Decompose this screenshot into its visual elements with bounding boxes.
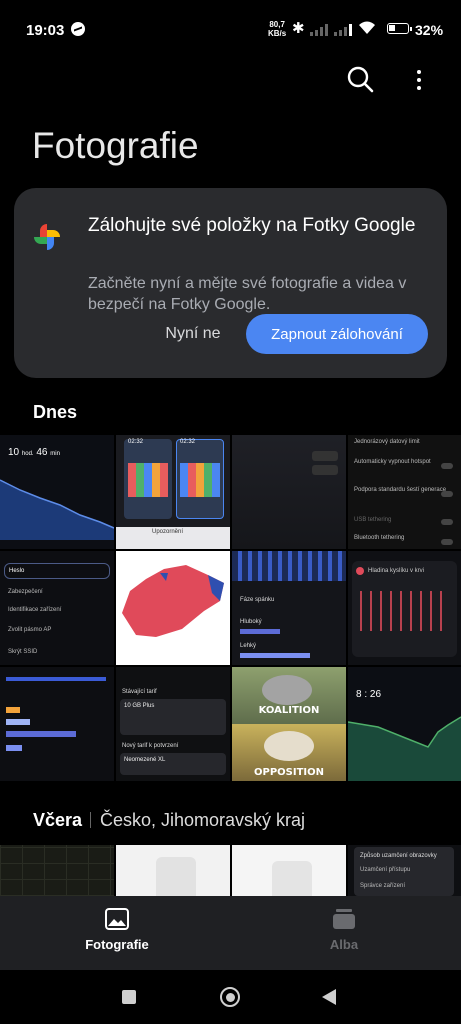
- search-icon[interactable]: [345, 64, 377, 96]
- thumb-oxygen-label: Hladina kyslíku v krvi: [368, 568, 425, 574]
- photo-thumbnail[interactable]: Způsob uzamčení obrazovky Uzamčení příst…: [348, 845, 461, 896]
- thumb-tariff-current: Stávající tarif: [122, 689, 157, 695]
- battery-percent: 32%: [415, 22, 444, 38]
- network-speed-value: 80,7: [269, 20, 285, 29]
- square-icon[interactable]: [122, 990, 136, 1004]
- wifi-icon: [359, 21, 375, 34]
- photo-thumbnail[interactable]: Fáze spánku Hluboký Lehký: [232, 551, 346, 665]
- photo-thumbnail[interactable]: Heslo Zabezpečení Identifikace zařízení …: [0, 551, 114, 665]
- section-location: Česko, Jihomoravský kraj: [100, 810, 306, 830]
- google-photos-icon: [34, 224, 60, 250]
- thumb-tariff-new-name: Neomezené XL: [124, 757, 166, 763]
- thumb-sleep-min-2: 26: [369, 689, 382, 700]
- thumb-lock-method: Způsob uzamčení obrazovky: [360, 853, 437, 859]
- section-divider: [90, 812, 91, 828]
- thumb-time-b: 02:32: [180, 439, 196, 445]
- section-header-today: Dnes: [33, 402, 78, 422]
- album-stack-icon: [333, 909, 355, 929]
- thumb-sleep-hours-2: 8: [356, 689, 362, 700]
- nav-label-albums: Alba: [329, 937, 359, 952]
- photo-thumbnail[interactable]: 8 : 26: [348, 667, 461, 781]
- photo-thumbnail[interactable]: [0, 667, 114, 781]
- circle-home-icon[interactable]: [220, 987, 240, 1007]
- photo-thumbnail[interactable]: Hladina kyslíku v krvi: [348, 551, 461, 665]
- thumb-setting-3: Podpora standardu šestí generace: [354, 487, 447, 493]
- thumb-sleep-light: Lehký: [240, 643, 257, 649]
- photo-thumbnail[interactable]: [232, 845, 346, 896]
- thumb-time-a: 02:32: [128, 439, 144, 445]
- nav-tab-albums[interactable]: Alba: [244, 896, 444, 970]
- section-header-yesterday: Včera: [33, 810, 83, 830]
- thumb-lock-access: Uzamčení přístupu: [360, 867, 411, 873]
- photo-thumbnail[interactable]: KOALITION OPPOSITION: [232, 667, 346, 781]
- page-title: Fotografie: [32, 125, 199, 166]
- messenger-icon: [71, 22, 85, 36]
- thumb-wifi-password: Heslo: [9, 568, 25, 574]
- thumb-sleep-phase: Fáze spánku: [240, 597, 275, 603]
- thumb-device-admin: Správce zařízení: [360, 883, 406, 889]
- photo-thumbnail[interactable]: [116, 551, 230, 665]
- nav-tab-photos[interactable]: Fotografie: [17, 896, 217, 970]
- meme-top-text: KOALITION: [258, 705, 320, 716]
- not-now-button[interactable]: Nyní ne: [150, 314, 236, 354]
- thumb-line-chart: [0, 479, 114, 540]
- photo-thumbnail[interactable]: Stávající tarif 10 GB Plus Nový tarif k …: [116, 667, 230, 781]
- thumb-setting-2: Automaticky vypnout hotspot: [354, 459, 431, 465]
- thumb-sleep-deep: Hluboký: [240, 619, 262, 625]
- thumb-tariff-new: Nový tarif k potvrzení: [122, 743, 179, 749]
- photo-thumbnail[interactable]: 02:32 02:32 Upozornění: [116, 435, 230, 549]
- thumb-sleep-minutes: 46: [36, 447, 48, 458]
- thumb-wifi-ident: Identifikace zařízení: [8, 607, 62, 613]
- photo-thumbnail[interactable]: [116, 845, 230, 896]
- turn-on-backup-button[interactable]: Zapnout zálohování: [246, 314, 428, 354]
- signal-icon: [310, 24, 328, 36]
- photo-thumbnail[interactable]: 10 hod. 46 min: [0, 435, 114, 549]
- thumb-setting-5: Bluetooth tethering: [354, 535, 405, 541]
- network-speed: 80,7 KB/s: [268, 20, 286, 38]
- nav-label-photos: Fotografie: [85, 937, 149, 952]
- photo-thumbnail[interactable]: [0, 845, 114, 896]
- thumb-notification-label: Upozornění: [152, 529, 184, 535]
- thumb-setting-1: Jednorázový datový limit: [354, 439, 420, 445]
- photo-icon: [105, 908, 129, 930]
- backup-card-description: Začněte nyní a mějte své fotografie a vi…: [88, 275, 407, 313]
- status-bar: 19:03 80,7 KB/s ✱ 32%: [0, 0, 461, 60]
- thumb-setting-4: USB tethering: [354, 517, 392, 523]
- thumb-wifi-band: Zvolit pásmo AP: [8, 627, 52, 633]
- thumb-wifi-security: Zabezpečení: [8, 589, 43, 595]
- battery-icon: [387, 23, 412, 34]
- bluetooth-icon: ✱: [292, 20, 305, 37]
- thumb-area-chart: [348, 716, 461, 781]
- thumb-map: [122, 565, 224, 637]
- meme-bottom-text: OPPOSITION: [254, 767, 324, 778]
- thumb-wifi-ssid: Skrýt SSID: [8, 649, 38, 655]
- thumb-sleep-h-unit: hod.: [21, 451, 34, 457]
- photo-thumbnail[interactable]: [232, 435, 346, 549]
- network-speed-unit: KB/s: [268, 29, 287, 38]
- more-vert-icon[interactable]: [404, 64, 434, 96]
- photo-thumbnail[interactable]: Jednorázový datový limit Automaticky vyp…: [348, 435, 461, 549]
- bottom-navigation: Fotografie Alba: [0, 896, 461, 970]
- signal-icon: [334, 24, 352, 36]
- system-navigation-bar: [0, 970, 461, 1024]
- thumb-sleep-hours: 10: [8, 447, 20, 458]
- thumb-tariff-current-name: 10 GB Plus: [124, 703, 155, 709]
- status-time: 19:03: [26, 22, 65, 39]
- triangle-back-icon[interactable]: [322, 989, 336, 1005]
- backup-card-title: Zálohujte své položky na Fotky Google: [88, 215, 416, 236]
- thumb-sleep-min-unit: min: [50, 451, 60, 457]
